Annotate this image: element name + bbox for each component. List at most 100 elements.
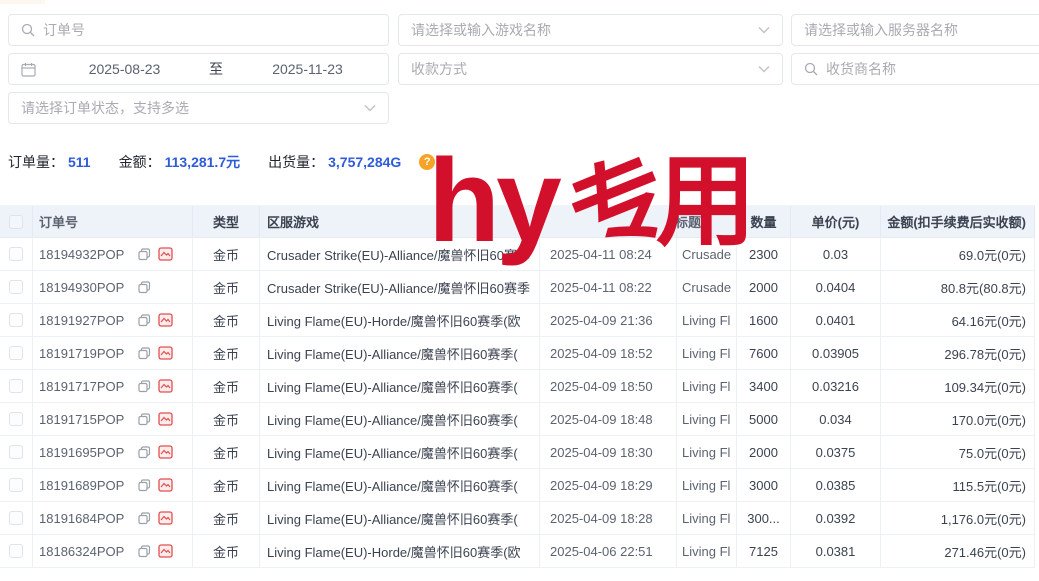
row-check-cell <box>0 271 33 303</box>
image-preview-icon[interactable] <box>158 412 173 426</box>
quantity-cell: 7125 <box>737 535 791 567</box>
row-checkbox[interactable] <box>9 478 23 492</box>
receiver-field[interactable] <box>791 53 1039 85</box>
date-end-value[interactable]: 2025-11-23 <box>227 61 388 77</box>
col-header-qty[interactable]: 数量 <box>737 206 791 237</box>
col-header-price[interactable]: 单价(元) <box>791 206 881 237</box>
copy-icon[interactable] <box>138 512 151 525</box>
help-icon[interactable]: ? <box>419 154 435 170</box>
image-preview-icon[interactable] <box>158 478 173 492</box>
date-start-value[interactable]: 2025-08-23 <box>44 61 205 77</box>
copy-icon[interactable] <box>138 545 151 558</box>
image-preview-icon[interactable] <box>158 313 173 327</box>
server-field[interactable] <box>791 14 1039 46</box>
order-count-label: 订单量： <box>8 152 64 172</box>
order-time-cell: 2025-04-09 18:50 <box>540 370 677 402</box>
order-no-text: 18191684POP <box>39 511 124 526</box>
col-header-order-no[interactable]: 订单号 <box>33 206 193 237</box>
order-no-input[interactable] <box>43 22 388 38</box>
order-no-field[interactable] <box>8 14 389 46</box>
image-preview-icon[interactable] <box>158 346 173 360</box>
col-header-type[interactable]: 类型 <box>193 206 260 237</box>
image-preview-icon[interactable] <box>158 544 173 558</box>
title-cell: Living Fl <box>677 304 737 336</box>
volume-label: 出货量： <box>268 152 324 172</box>
row-checkbox[interactable] <box>9 511 23 525</box>
volume-value: 3,757,284G <box>328 154 401 170</box>
type-cell: 金币 <box>193 436 260 468</box>
amount-cell: 80.8元(80.8元) <box>881 271 1035 303</box>
row-checkbox[interactable] <box>9 247 23 261</box>
amount-cell: 271.46元(0元) <box>881 535 1035 567</box>
row-checkbox[interactable] <box>9 445 23 459</box>
col-header-game[interactable]: 区服游戏 <box>260 206 540 237</box>
col-header-title[interactable]: 标题 <box>677 206 737 237</box>
order-no-cell: 18191715POP <box>33 403 193 435</box>
search-icon <box>804 62 818 76</box>
copy-icon[interactable] <box>138 479 151 492</box>
title-cell: Living Fl <box>677 502 737 534</box>
quantity-cell: 2000 <box>737 436 791 468</box>
order-time-cell: 2025-04-09 18:28 <box>540 502 677 534</box>
amount-cell: 115.5元(0元) <box>881 469 1035 501</box>
game-server-cell: Crusader Strike(EU)-Alliance/魔兽怀旧60赛季 <box>260 238 540 270</box>
row-checkbox[interactable] <box>9 313 23 327</box>
order-no-text: 18191719POP <box>39 346 124 361</box>
copy-icon[interactable] <box>138 248 151 261</box>
table-row: 18194932POP 金币 Crusader Strike(EU)-Allia… <box>0 238 1035 271</box>
image-preview-icon[interactable] <box>158 511 173 525</box>
copy-icon[interactable] <box>138 380 151 393</box>
order-no-text: 18191715POP <box>39 412 124 427</box>
col-header-amount[interactable]: 金额(扣手续费后实收额) <box>881 206 1035 237</box>
table-row: 18186324POP 金币 Living Flame(EU)-Horde/魔兽… <box>0 535 1035 568</box>
summary-stats-bar: 订单量： 511 金额： 113,281.7元 出货量： 3,757,284G … <box>8 152 435 172</box>
copy-icon[interactable] <box>138 314 151 327</box>
type-cell: 金币 <box>193 370 260 402</box>
image-preview-icon[interactable] <box>158 247 173 261</box>
image-preview-icon[interactable] <box>158 445 173 459</box>
search-icon <box>21 23 35 37</box>
unit-price-cell: 0.0392 <box>791 502 881 534</box>
amount-cell: 1,176.0元(0元) <box>881 502 1035 534</box>
image-preview-icon[interactable] <box>158 379 173 393</box>
col-header-time[interactable] <box>540 206 677 237</box>
table-row: 18191717POP 金币 Living Flame(EU)-Alliance… <box>0 370 1035 403</box>
order-no-cell: 18194932POP <box>33 238 193 270</box>
amount-cell: 69.0元(0元) <box>881 238 1035 270</box>
amount-cell: 296.78元(0元) <box>881 337 1035 369</box>
copy-icon[interactable] <box>138 347 151 360</box>
row-checkbox[interactable] <box>9 412 23 426</box>
row-check-cell <box>0 436 33 468</box>
row-checkbox[interactable] <box>9 544 23 558</box>
quantity-cell: 2000 <box>737 271 791 303</box>
copy-icon[interactable] <box>138 281 151 294</box>
copy-icon[interactable] <box>138 446 151 459</box>
amount-cell: 64.16元(0元) <box>881 304 1035 336</box>
title-cell: Living Fl <box>677 370 737 402</box>
order-time-cell: 2025-04-09 18:48 <box>540 403 677 435</box>
orders-table: 订单号 类型 区服游戏 标题 数量 单价(元) 金额(扣手续费后实收额) 181… <box>0 205 1035 568</box>
unit-price-cell: 0.03 <box>791 238 881 270</box>
row-checkbox[interactable] <box>9 379 23 393</box>
order-no-text: 18191695POP <box>39 445 124 460</box>
row-checkbox[interactable] <box>9 346 23 360</box>
server-input[interactable] <box>804 22 1039 38</box>
order-no-text: 18191927POP <box>39 313 124 328</box>
copy-icon[interactable] <box>138 413 151 426</box>
quantity-cell: 3400 <box>737 370 791 402</box>
payment-method-select[interactable]: 收款方式 <box>398 53 783 85</box>
order-status-select[interactable]: 请选择订单状态，支持多选 <box>8 92 389 124</box>
order-no-text: 18194930POP <box>39 280 124 295</box>
row-checkbox[interactable] <box>9 280 23 294</box>
receiver-input[interactable] <box>826 61 1039 77</box>
amount-label: 金额： <box>119 152 161 172</box>
row-check-cell <box>0 370 33 402</box>
chevron-down-icon <box>364 104 376 112</box>
table-header-row: 订单号 类型 区服游戏 标题 数量 单价(元) 金额(扣手续费后实收额) <box>0 205 1035 238</box>
game-select[interactable]: 请选择或输入游戏名称 <box>398 14 783 46</box>
table-row: 18194930POP 金币 Crusader Strike(EU)-Allia… <box>0 271 1035 304</box>
select-all-checkbox[interactable] <box>9 215 23 229</box>
date-range-picker[interactable]: 2025-08-23 至 2025-11-23 <box>8 53 389 85</box>
date-separator: 至 <box>205 59 227 79</box>
amount-cell: 170.0元(0元) <box>881 403 1035 435</box>
